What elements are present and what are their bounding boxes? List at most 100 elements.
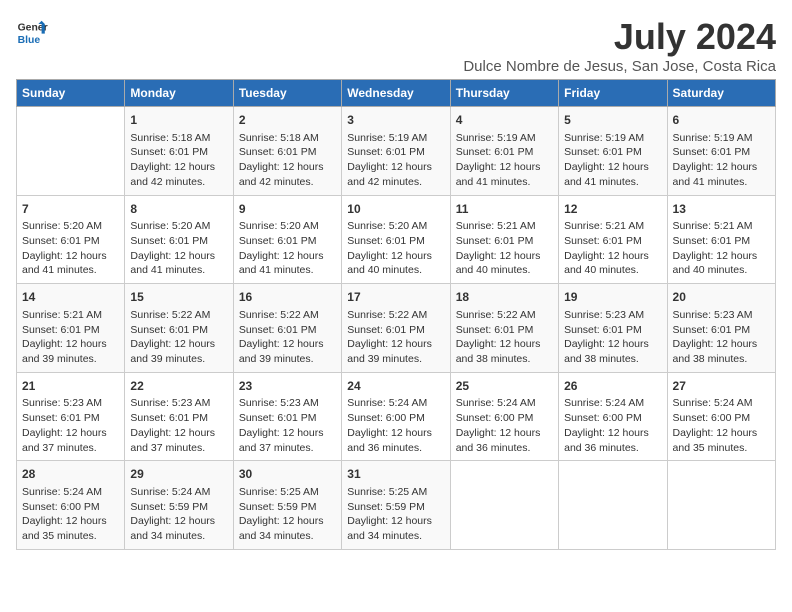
- day-info: Sunrise: 5:21 AM Sunset: 6:01 PM Dayligh…: [564, 219, 661, 278]
- calendar-cell: 2 Sunrise: 5:18 AM Sunset: 6:01 PM Daylig…: [233, 107, 341, 196]
- day-number: 4: [456, 112, 553, 129]
- calendar-cell: 28Sunrise: 5:24 AM Sunset: 6:00 PM Dayli…: [17, 461, 125, 550]
- day-number: 22: [130, 378, 227, 395]
- day-number: 27: [673, 378, 770, 395]
- day-number: 19: [564, 289, 661, 306]
- calendar-cell: 24Sunrise: 5:24 AM Sunset: 6:00 PM Dayli…: [342, 372, 450, 461]
- day-number: 16: [239, 289, 336, 306]
- calendar-week-row: 7Sunrise: 5:20 AM Sunset: 6:01 PM Daylig…: [17, 195, 776, 284]
- day-info: Sunrise: 5:19 AM Sunset: 6:01 PM Dayligh…: [347, 131, 444, 190]
- calendar-week-row: 1 Sunrise: 5:18 AM Sunset: 6:01 PM Daylig…: [17, 107, 776, 196]
- calendar-cell: 31 Sunrise: 5:25 AM Sunset: 5:59 PM Dayli…: [342, 461, 450, 550]
- calendar-cell: 7Sunrise: 5:20 AM Sunset: 6:01 PM Daylig…: [17, 195, 125, 284]
- calendar-cell: [450, 461, 558, 550]
- day-info: Sunrise: 5:21 AM Sunset: 6:01 PM Dayligh…: [22, 308, 119, 367]
- calendar-cell: 30 Sunrise: 5:25 AM Sunset: 5:59 PM Dayli…: [233, 461, 341, 550]
- calendar-cell: 16 Sunrise: 5:22 AM Sunset: 6:01 PM Dayli…: [233, 284, 341, 373]
- day-number: 8: [130, 201, 227, 218]
- day-number: 18: [456, 289, 553, 306]
- day-info: Sunrise: 5:25 AM Sunset: 5:59 PM Dayligh…: [239, 485, 336, 544]
- calendar-cell: 29Sunrise: 5:24 AM Sunset: 5:59 PM Dayli…: [125, 461, 233, 550]
- day-info: Sunrise: 5:20 AM Sunset: 6:01 PM Dayligh…: [130, 219, 227, 278]
- day-number: 1: [130, 112, 227, 129]
- day-info: Sunrise: 5:23 AM Sunset: 6:01 PM Dayligh…: [564, 308, 661, 367]
- calendar-cell: 6 Sunrise: 5:19 AM Sunset: 6:01 PM Daylig…: [667, 107, 775, 196]
- day-number: 17: [347, 289, 444, 306]
- header-day-sunday: Sunday: [17, 80, 125, 107]
- day-info: Sunrise: 5:20 AM Sunset: 6:01 PM Dayligh…: [347, 219, 444, 278]
- day-number: 24: [347, 378, 444, 395]
- calendar-week-row: 14 Sunrise: 5:21 AM Sunset: 6:01 PM Dayli…: [17, 284, 776, 373]
- day-number: 20: [673, 289, 770, 306]
- title-area: July 2024 Dulce Nombre de Jesus, San Jos…: [463, 16, 776, 75]
- page-header: GeneralBlue July 2024 Dulce Nombre de Je…: [16, 16, 776, 75]
- day-info: Sunrise: 5:22 AM Sunset: 6:01 PM Dayligh…: [130, 308, 227, 367]
- day-info: Sunrise: 5:19 AM Sunset: 6:01 PM Dayligh…: [456, 131, 553, 190]
- day-number: 12: [564, 201, 661, 218]
- day-info: Sunrise: 5:24 AM Sunset: 6:00 PM Dayligh…: [673, 396, 770, 455]
- day-info: Sunrise: 5:23 AM Sunset: 6:01 PM Dayligh…: [22, 396, 119, 455]
- calendar-cell: 18 Sunrise: 5:22 AM Sunset: 6:01 PM Dayli…: [450, 284, 558, 373]
- day-info: Sunrise: 5:22 AM Sunset: 6:01 PM Dayligh…: [456, 308, 553, 367]
- logo-icon: GeneralBlue: [16, 16, 48, 48]
- logo: GeneralBlue: [16, 16, 48, 48]
- calendar-cell: 14 Sunrise: 5:21 AM Sunset: 6:01 PM Dayli…: [17, 284, 125, 373]
- calendar-cell: 10Sunrise: 5:20 AM Sunset: 6:01 PM Dayli…: [342, 195, 450, 284]
- calendar-cell: 27Sunrise: 5:24 AM Sunset: 6:00 PM Dayli…: [667, 372, 775, 461]
- day-number: 7: [22, 201, 119, 218]
- calendar-header-row: SundayMondayTuesdayWednesdayThursdayFrid…: [17, 80, 776, 107]
- day-info: Sunrise: 5:22 AM Sunset: 6:01 PM Dayligh…: [239, 308, 336, 367]
- day-info: Sunrise: 5:24 AM Sunset: 6:00 PM Dayligh…: [347, 396, 444, 455]
- calendar-cell: 26Sunrise: 5:24 AM Sunset: 6:00 PM Dayli…: [559, 372, 667, 461]
- day-number: 23: [239, 378, 336, 395]
- day-number: 11: [456, 201, 553, 218]
- day-number: 31: [347, 466, 444, 483]
- day-number: 6: [673, 112, 770, 129]
- calendar-cell: 4 Sunrise: 5:19 AM Sunset: 6:01 PM Daylig…: [450, 107, 558, 196]
- day-info: Sunrise: 5:22 AM Sunset: 6:01 PM Dayligh…: [347, 308, 444, 367]
- day-number: 26: [564, 378, 661, 395]
- day-number: 15: [130, 289, 227, 306]
- day-number: 25: [456, 378, 553, 395]
- calendar-cell: 5 Sunrise: 5:19 AM Sunset: 6:01 PM Daylig…: [559, 107, 667, 196]
- day-info: Sunrise: 5:23 AM Sunset: 6:01 PM Dayligh…: [673, 308, 770, 367]
- page-subtitle: Dulce Nombre de Jesus, San Jose, Costa R…: [463, 58, 776, 75]
- day-number: 30: [239, 466, 336, 483]
- day-number: 13: [673, 201, 770, 218]
- day-number: 3: [347, 112, 444, 129]
- day-info: Sunrise: 5:21 AM Sunset: 6:01 PM Dayligh…: [673, 219, 770, 278]
- day-info: Sunrise: 5:20 AM Sunset: 6:01 PM Dayligh…: [239, 219, 336, 278]
- day-info: Sunrise: 5:24 AM Sunset: 6:00 PM Dayligh…: [22, 485, 119, 544]
- calendar-cell: [667, 461, 775, 550]
- calendar-cell: 12Sunrise: 5:21 AM Sunset: 6:01 PM Dayli…: [559, 195, 667, 284]
- calendar-cell: 25Sunrise: 5:24 AM Sunset: 6:00 PM Dayli…: [450, 372, 558, 461]
- header-day-wednesday: Wednesday: [342, 80, 450, 107]
- header-day-tuesday: Tuesday: [233, 80, 341, 107]
- day-info: Sunrise: 5:24 AM Sunset: 6:00 PM Dayligh…: [564, 396, 661, 455]
- day-number: 9: [239, 201, 336, 218]
- day-info: Sunrise: 5:19 AM Sunset: 6:01 PM Dayligh…: [673, 131, 770, 190]
- calendar-cell: 15 Sunrise: 5:22 AM Sunset: 6:01 PM Dayli…: [125, 284, 233, 373]
- day-info: Sunrise: 5:25 AM Sunset: 5:59 PM Dayligh…: [347, 485, 444, 544]
- day-info: Sunrise: 5:20 AM Sunset: 6:01 PM Dayligh…: [22, 219, 119, 278]
- day-number: 14: [22, 289, 119, 306]
- calendar-cell: 19 Sunrise: 5:23 AM Sunset: 6:01 PM Dayli…: [559, 284, 667, 373]
- calendar-cell: 1Sunrise: 5:18 AM Sunset: 6:01 PM Daylig…: [125, 107, 233, 196]
- day-info: Sunrise: 5:24 AM Sunset: 6:00 PM Dayligh…: [456, 396, 553, 455]
- day-number: 5: [564, 112, 661, 129]
- day-number: 10: [347, 201, 444, 218]
- calendar-week-row: 21Sunrise: 5:23 AM Sunset: 6:01 PM Dayli…: [17, 372, 776, 461]
- calendar-cell: [17, 107, 125, 196]
- day-number: 2: [239, 112, 336, 129]
- calendar-week-row: 28Sunrise: 5:24 AM Sunset: 6:00 PM Dayli…: [17, 461, 776, 550]
- day-number: 29: [130, 466, 227, 483]
- calendar-cell: 3 Sunrise: 5:19 AM Sunset: 6:01 PM Daylig…: [342, 107, 450, 196]
- day-info: Sunrise: 5:19 AM Sunset: 6:01 PM Dayligh…: [564, 131, 661, 190]
- day-info: Sunrise: 5:23 AM Sunset: 6:01 PM Dayligh…: [130, 396, 227, 455]
- header-day-monday: Monday: [125, 80, 233, 107]
- calendar-cell: 23Sunrise: 5:23 AM Sunset: 6:01 PM Dayli…: [233, 372, 341, 461]
- header-day-thursday: Thursday: [450, 80, 558, 107]
- day-info: Sunrise: 5:18 AM Sunset: 6:01 PM Dayligh…: [239, 131, 336, 190]
- calendar-cell: 13Sunrise: 5:21 AM Sunset: 6:01 PM Dayli…: [667, 195, 775, 284]
- header-day-friday: Friday: [559, 80, 667, 107]
